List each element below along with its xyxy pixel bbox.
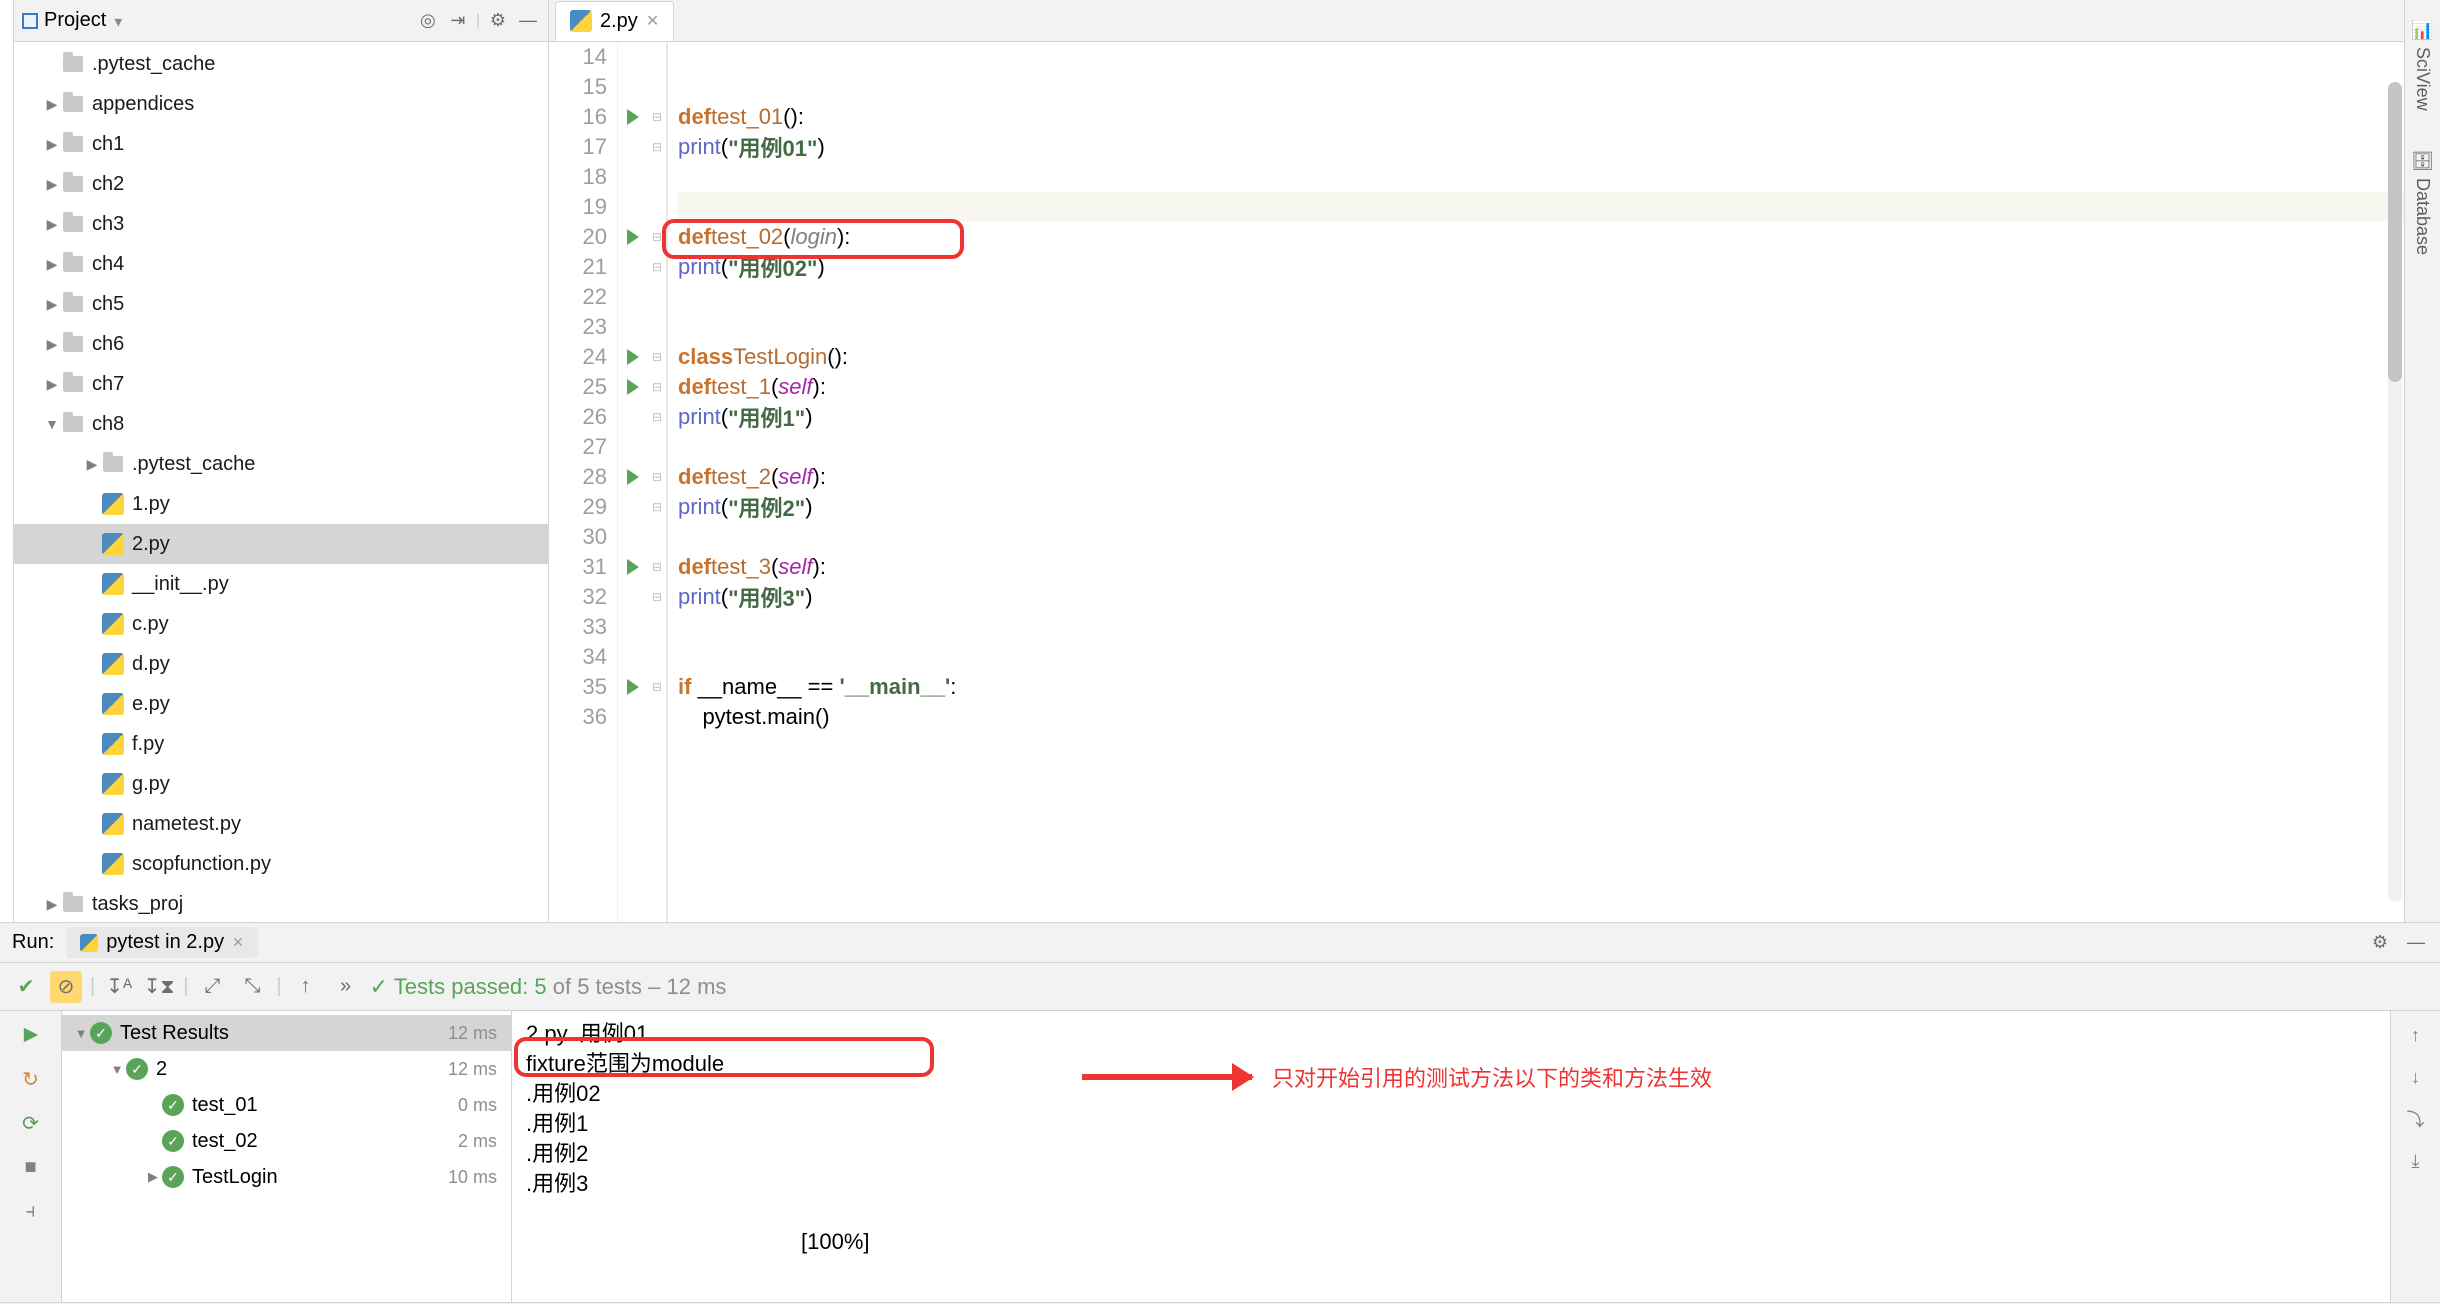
console-right-toolbar: ↑ ↓ ⤵ ⤓ (2390, 1011, 2440, 1302)
annotation-highlight-box (662, 219, 964, 259)
tree-item-fpy[interactable]: f.py (14, 724, 548, 764)
test-node-TestResults[interactable]: ▼✓Test Results12 ms (62, 1015, 511, 1051)
tree-item-ch3[interactable]: ▶ch3 (14, 204, 548, 244)
run-tool-window: Run: pytest in 2.py ✕ ⚙ — ✔ ⊘ | ↧ᴬ ↧⧗ | … (0, 922, 2440, 1302)
tree-item-ch5[interactable]: ▶ch5 (14, 284, 548, 324)
annotation: 只对开始引用的测试方法以下的类和方法生效 (1082, 1061, 1712, 1093)
tests-passed-status: ✓ Tests passed: 5 of 5 tests – 12 ms (370, 974, 727, 1000)
tree-item-scopfunctionpy[interactable]: scopfunction.py (14, 844, 548, 884)
tree-item-pytest_cache[interactable]: .pytest_cache (14, 44, 548, 84)
layout-icon[interactable]: ⫞ (17, 1197, 45, 1225)
line-number-gutter: 1415161718192021222324252627282930313233… (549, 42, 618, 922)
tree-item-pytest_cache[interactable]: ▶.pytest_cache (14, 444, 548, 484)
database-tab[interactable]: 🗄Database (2411, 151, 2434, 255)
gear-icon[interactable]: ⚙ (2368, 931, 2392, 955)
locate-icon[interactable]: ◎ (416, 9, 440, 33)
tree-item-ch1[interactable]: ▶ch1 (14, 124, 548, 164)
tree-item-cpy[interactable]: c.py (14, 604, 548, 644)
run-gutter[interactable] (618, 42, 648, 922)
test-results-tree[interactable]: ▼✓Test Results12 ms▼✓212 ms✓test_010 ms✓… (62, 1011, 512, 1302)
down-icon[interactable]: ↓ (2402, 1063, 2430, 1091)
run-left-toolbar: ↻ ⟳ ■ ⫞ (0, 1011, 62, 1302)
soft-wrap-icon[interactable]: ⤵ (2402, 1105, 2430, 1133)
next-failed-icon[interactable]: » (330, 971, 362, 1003)
tree-item-tasks_proj[interactable]: ▶tasks_proj (14, 884, 548, 922)
project-tree[interactable]: .pytest_cache▶appendices▶ch1▶ch2▶ch3▶ch4… (14, 42, 548, 922)
annotation-text: 只对开始引用的测试方法以下的类和方法生效 (1272, 1061, 1712, 1093)
scroll-thumb[interactable] (2388, 82, 2402, 382)
tree-item-epy[interactable]: e.py (14, 684, 548, 724)
project-title[interactable]: Project ▾ (44, 9, 124, 33)
left-rail (0, 0, 14, 922)
test-node-test_02[interactable]: ✓test_022 ms (62, 1123, 511, 1159)
project-header: Project ▾ ◎ ⇥ | ⚙ — (14, 0, 548, 42)
gear-icon[interactable]: ⚙ (486, 9, 510, 33)
tree-item-dpy[interactable]: d.py (14, 644, 548, 684)
editor-tabs: 2.py ✕ (549, 0, 2404, 42)
run-tab-label: pytest in 2.py (106, 931, 224, 954)
sort-duration-icon[interactable]: ↧⧗ (143, 971, 175, 1003)
project-tool-window: Project ▾ ◎ ⇥ | ⚙ — .pytest_cache▶append… (14, 0, 549, 922)
sciview-tab[interactable]: 📊SciView (2411, 20, 2433, 111)
tree-item-ch7[interactable]: ▶ch7 (14, 364, 548, 404)
close-icon[interactable]: ✕ (646, 11, 659, 31)
tree-item-ch8[interactable]: ▼ch8 (14, 404, 548, 444)
run-label: Run: (12, 931, 54, 954)
show-passed-icon[interactable]: ✔ (10, 971, 42, 1003)
prev-failed-icon[interactable]: ↑ (290, 971, 322, 1003)
up-icon[interactable]: ↑ (2402, 1021, 2430, 1049)
project-icon (22, 13, 38, 29)
tree-item-__init__py[interactable]: __init__.py (14, 564, 548, 604)
run-config-tab[interactable]: pytest in 2.py ✕ (66, 927, 258, 958)
hide-icon[interactable]: — (2404, 931, 2428, 955)
toggle-auto-icon[interactable]: ⟳ (17, 1109, 45, 1137)
python-icon (80, 934, 98, 952)
tree-item-1py[interactable]: 1.py (14, 484, 548, 524)
rerun-icon[interactable] (17, 1021, 45, 1049)
rerun-failed-icon[interactable]: ↻ (17, 1065, 45, 1093)
right-tool-rail: 📊SciView 🗄Database (2404, 0, 2440, 922)
annotation-highlight-box-console (514, 1037, 934, 1077)
run-toolbar: ✔ ⊘ | ↧ᴬ ↧⧗ | ⤢ ⤡ | ↑ » ✓ Tests passed: … (0, 963, 2440, 1011)
tree-item-ch2[interactable]: ▶ch2 (14, 164, 548, 204)
show-ignored-icon[interactable]: ⊘ (50, 971, 82, 1003)
collapse-all-icon[interactable]: ⤡ (236, 971, 268, 1003)
hide-icon[interactable]: — (516, 9, 540, 33)
editor-scrollbar[interactable] (2388, 82, 2402, 902)
scroll-to-end-icon[interactable]: ⤓ (2402, 1147, 2430, 1175)
editor-pane: 2.py ✕ 141516171819202122232425262728293… (549, 0, 2404, 922)
test-node-test_01[interactable]: ✓test_010 ms (62, 1087, 511, 1123)
python-icon (570, 10, 592, 32)
tree-item-ch6[interactable]: ▶ch6 (14, 324, 548, 364)
run-header: Run: pytest in 2.py ✕ ⚙ — (0, 923, 2440, 963)
console-output[interactable]: 只对开始引用的测试方法以下的类和方法生效 2.py .用例01fixture范围… (512, 1011, 2390, 1302)
editor-body[interactable]: 1415161718192021222324252627282930313233… (549, 42, 2404, 922)
arrow-icon (1082, 1074, 1252, 1080)
tree-item-nametestpy[interactable]: nametest.py (14, 804, 548, 844)
tree-item-ch4[interactable]: ▶ch4 (14, 244, 548, 284)
stop-icon[interactable]: ■ (17, 1153, 45, 1181)
sort-icon[interactable]: ↧ᴬ (103, 971, 135, 1003)
editor-tab-label: 2.py (600, 10, 638, 33)
test-node-TestLogin[interactable]: ▶✓TestLogin10 ms (62, 1159, 511, 1195)
tree-item-gpy[interactable]: g.py (14, 764, 548, 804)
code-area[interactable]: def test_01(): print("用例01")def test_02(… (668, 42, 2404, 922)
tree-item-appendices[interactable]: ▶appendices (14, 84, 548, 124)
expand-all-icon[interactable]: ⤢ (196, 971, 228, 1003)
test-node-2[interactable]: ▼✓212 ms (62, 1051, 511, 1087)
close-icon[interactable]: ✕ (232, 934, 244, 951)
tree-item-2py[interactable]: 2.py (14, 524, 548, 564)
editor-tab-2py[interactable]: 2.py ✕ (555, 1, 674, 41)
collapse-icon[interactable]: ⇥ (446, 9, 470, 33)
fold-gutter[interactable]: ⊟⊟⊟⊟⊟⊟⊟⊟⊟⊟⊟⊟ (648, 42, 668, 922)
